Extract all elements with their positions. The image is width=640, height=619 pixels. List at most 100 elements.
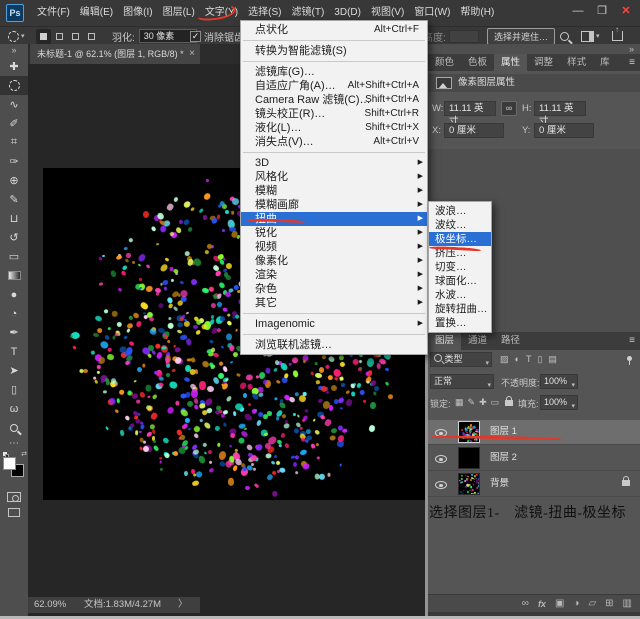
lasso-tool[interactable]: ∿ bbox=[0, 95, 28, 114]
lock-position-icon[interactable]: ✚ bbox=[479, 397, 487, 407]
quick-selection-tool[interactable]: ✐ bbox=[0, 114, 28, 133]
layer-filter-dropdown[interactable]: 类型 ▾ bbox=[430, 352, 492, 367]
hand-tool[interactable]: ω bbox=[0, 399, 28, 418]
zoom-tool[interactable] bbox=[0, 418, 28, 437]
link-dimensions-icon[interactable]: ∞ bbox=[501, 101, 517, 116]
ellipse-marquee-tool[interactable] bbox=[0, 76, 28, 95]
filter-menu-item-7[interactable]: 镜头校正(R)…Shift+Ctrl+R bbox=[241, 107, 427, 121]
close-button[interactable]: ✕ bbox=[614, 0, 638, 24]
layer-row-背景[interactable]: 背景 bbox=[428, 472, 640, 497]
maximize-button[interactable]: ❐ bbox=[590, 0, 614, 24]
layers-tab-路径[interactable]: 路径 bbox=[494, 332, 527, 350]
gradient-tool[interactable] bbox=[0, 266, 28, 285]
edit-toolbar-icon[interactable]: ⋯ bbox=[0, 438, 28, 449]
layers-tab-图层[interactable]: 图层 bbox=[428, 332, 461, 350]
visibility-eye-icon[interactable] bbox=[435, 481, 447, 489]
opacity-dropdown[interactable]: 100% ▾ bbox=[540, 374, 578, 389]
distort-submenu-item-2[interactable]: 极坐标… bbox=[429, 232, 491, 246]
distort-submenu-item-8[interactable]: 置换… bbox=[429, 316, 491, 330]
filter-menu-item-19[interactable]: 渲染▶ bbox=[241, 268, 427, 282]
antialias-checkbox[interactable]: ✓ bbox=[190, 31, 201, 42]
filter-menu-item-4[interactable]: 滤镜库(G)… bbox=[241, 65, 427, 79]
panel-tab-库[interactable]: 库 bbox=[593, 54, 617, 71]
filter-pin-icon[interactable] bbox=[627, 356, 632, 361]
clone-stamp-tool[interactable]: ⊔ bbox=[0, 209, 28, 228]
distort-submenu-item-7[interactable]: 旋转扭曲… bbox=[429, 302, 491, 316]
menubar-item-11[interactable]: 帮助(H) bbox=[455, 0, 499, 26]
pixel-filter-icon[interactable]: ▨ bbox=[500, 354, 509, 364]
filter-menu-item-5[interactable]: 自适应广角(A)…Alt+Shift+Ctrl+A bbox=[241, 79, 427, 93]
filter-menu-item-21[interactable]: 其它▶ bbox=[241, 296, 427, 310]
distort-submenu-item-6[interactable]: 水波… bbox=[429, 288, 491, 302]
filter-menu-item-6[interactable]: Camera Raw 滤镜(C)…Shift+Ctrl+A bbox=[241, 93, 427, 107]
menubar-item-4[interactable]: 图层(L) bbox=[158, 0, 200, 26]
link-layers-icon[interactable]: ∞ bbox=[522, 595, 529, 613]
filter-menu-item-25[interactable]: 浏览联机滤镜… bbox=[241, 338, 427, 352]
screen-mode-icon[interactable] bbox=[8, 508, 20, 517]
distort-submenu-item-1[interactable]: 波纹… bbox=[429, 218, 491, 232]
shape-filter-icon[interactable]: ▯ bbox=[537, 354, 542, 364]
height-field[interactable]: 11.11 英寸 bbox=[534, 101, 586, 116]
distort-submenu-item-3[interactable]: 挤压… bbox=[429, 246, 491, 260]
layer-mask-icon[interactable]: ▣ bbox=[555, 595, 564, 613]
new-selection-mode-icon[interactable] bbox=[36, 29, 51, 44]
filter-menu-item-17[interactable]: 视频▶ bbox=[241, 240, 427, 254]
visibility-eye-icon[interactable] bbox=[435, 455, 447, 463]
filter-menu-item-13[interactable]: 模糊▶ bbox=[241, 184, 427, 198]
layer-effects-icon[interactable]: fx bbox=[538, 595, 546, 613]
filter-menu-item-2[interactable]: 转换为智能滤镜(S) bbox=[241, 44, 427, 58]
swap-colors-icon[interactable]: ⇄ bbox=[21, 450, 27, 458]
intersect-selection-mode-icon[interactable] bbox=[84, 29, 99, 44]
move-tool[interactable]: ✚ bbox=[0, 57, 28, 76]
eraser-tool[interactable]: ▭ bbox=[0, 247, 28, 266]
close-tab-icon[interactable]: × bbox=[189, 44, 195, 64]
y-field[interactable]: 0 厘米 bbox=[534, 123, 594, 138]
filter-menu-item-8[interactable]: 液化(L)…Shift+Ctrl+X bbox=[241, 121, 427, 135]
panel-menu-icon[interactable]: ≡ bbox=[629, 54, 635, 71]
visibility-eye-icon[interactable] bbox=[435, 429, 447, 437]
adjustment-filter-icon[interactable]: ◐ bbox=[515, 354, 520, 364]
filter-menu-item-11[interactable]: 3D▶ bbox=[241, 156, 427, 170]
panel-tab-属性[interactable]: 属性 bbox=[494, 54, 527, 71]
menubar-item-1[interactable]: 文件(F) bbox=[32, 0, 75, 26]
chevron-down-icon[interactable]: ▾ bbox=[596, 32, 600, 40]
eyedropper-tool[interactable]: ✑ bbox=[0, 152, 28, 171]
lock-artboard-icon[interactable]: ▭ bbox=[491, 397, 500, 407]
width-field[interactable]: 11.11 英寸 bbox=[444, 101, 496, 116]
panel-tab-色板[interactable]: 色板 bbox=[461, 54, 494, 71]
filter-menu-item-15[interactable]: 扭曲▶ bbox=[241, 212, 427, 226]
status-expand-icon[interactable]: 〉 bbox=[178, 597, 188, 613]
layers-panel-menu-icon[interactable]: ≡ bbox=[629, 332, 635, 350]
feather-input[interactable]: 30 像素 bbox=[139, 29, 197, 43]
add-selection-mode-icon[interactable] bbox=[52, 29, 67, 44]
quick-mask-icon[interactable] bbox=[7, 492, 21, 502]
layer-thumbnail[interactable] bbox=[458, 447, 480, 469]
dodge-tool[interactable]: ◔ bbox=[0, 304, 28, 323]
panel-tab-颜色[interactable]: 颜色 bbox=[428, 54, 461, 71]
ellipse-marquee-icon[interactable] bbox=[8, 31, 19, 42]
blur-tool[interactable]: ● bbox=[0, 285, 28, 304]
filter-menu-item-18[interactable]: 像素化▶ bbox=[241, 254, 427, 268]
shape-tool[interactable]: ▯ bbox=[0, 380, 28, 399]
panel-collapse-icon[interactable]: » bbox=[629, 44, 634, 54]
layer-thumbnail[interactable] bbox=[458, 473, 480, 495]
pen-tool[interactable]: ✒ bbox=[0, 323, 28, 342]
select-and-mask-button[interactable]: 选择并遮住… bbox=[487, 28, 555, 45]
new-layer-icon[interactable]: ⊞ bbox=[605, 595, 613, 613]
brush-tool[interactable]: ✎ bbox=[0, 190, 28, 209]
type-filter-icon[interactable]: T bbox=[526, 354, 532, 364]
subtract-selection-mode-icon[interactable] bbox=[68, 29, 83, 44]
layers-tab-通道[interactable]: 通道 bbox=[461, 332, 494, 350]
document-tab[interactable]: 未标题-1 @ 62.1% (图层 1, RGB/8) * × bbox=[30, 44, 200, 64]
crop-tool[interactable]: ⌗ bbox=[0, 133, 28, 152]
height-input[interactable] bbox=[449, 30, 479, 43]
workspace-icon[interactable] bbox=[581, 31, 594, 42]
filter-menu-item-23[interactable]: Imagenomic▶ bbox=[241, 317, 427, 331]
zoom-level[interactable]: 62.09% bbox=[34, 597, 66, 613]
history-brush-tool[interactable]: ↺ bbox=[0, 228, 28, 247]
filter-menu-item-12[interactable]: 风格化▶ bbox=[241, 170, 427, 184]
filter-menu-item-14[interactable]: 模糊画廊▶ bbox=[241, 198, 427, 212]
fill-dropdown[interactable]: 100% ▾ bbox=[540, 395, 578, 410]
filter-menu-item-9[interactable]: 消失点(V)…Alt+Ctrl+V bbox=[241, 135, 427, 149]
blend-mode-dropdown[interactable]: 正常 ▾ bbox=[430, 374, 494, 389]
